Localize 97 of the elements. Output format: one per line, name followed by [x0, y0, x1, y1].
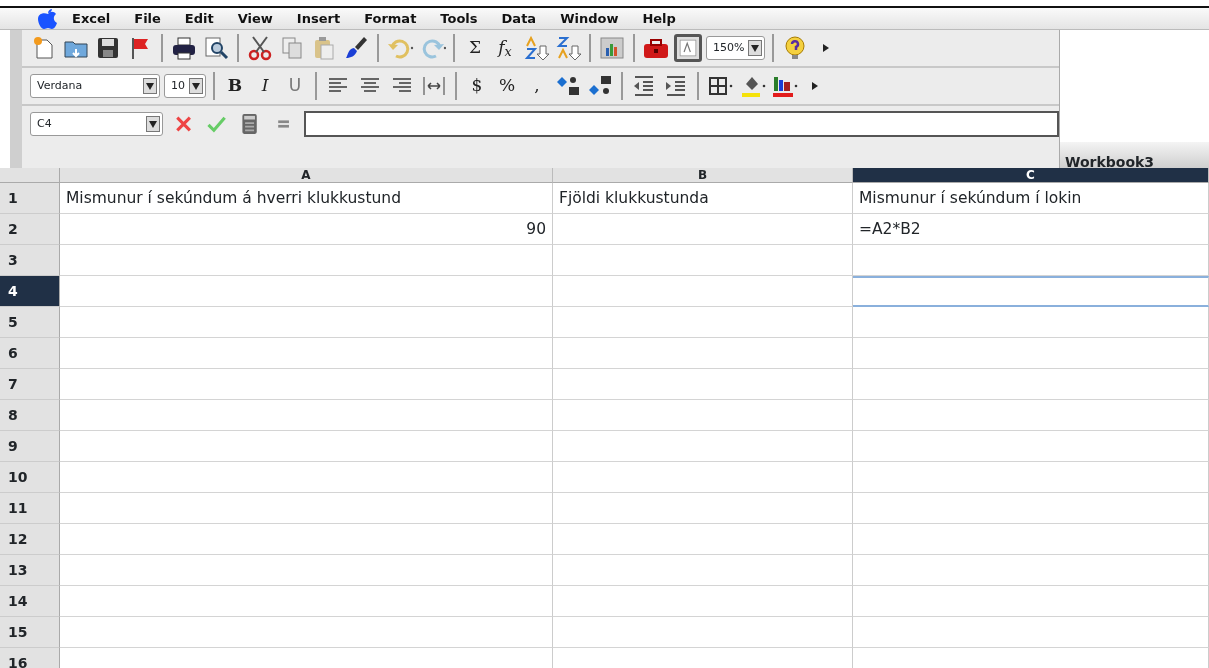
table-cell[interactable]: [853, 586, 1209, 617]
table-cell[interactable]: [853, 431, 1209, 462]
toolbar-button[interactable]: $: [464, 73, 490, 99]
menu-item[interactable]: Data: [489, 7, 549, 30]
table-cell[interactable]: [60, 400, 553, 431]
table-cell[interactable]: Mismunur í sekúndum á hverri klukkustund: [60, 183, 553, 214]
row-header[interactable]: 13: [0, 555, 60, 586]
table-cell[interactable]: [853, 617, 1209, 648]
table-cell[interactable]: [60, 555, 553, 586]
table-cell[interactable]: [853, 338, 1209, 369]
table-cell[interactable]: [553, 462, 853, 493]
table-cell[interactable]: [553, 338, 853, 369]
row-header[interactable]: 15: [0, 617, 60, 648]
table-cell[interactable]: Mismunur í sekúndum í lokin: [853, 183, 1209, 214]
table-cell[interactable]: [553, 524, 853, 555]
table-cell[interactable]: [60, 493, 553, 524]
table-cell[interactable]: [553, 555, 853, 586]
menu-item[interactable]: View: [225, 7, 285, 30]
print-preview-icon[interactable]: [202, 34, 230, 62]
table-cell[interactable]: [553, 400, 853, 431]
menu-item[interactable]: Insert: [284, 7, 353, 30]
row-header[interactable]: 8: [0, 400, 60, 431]
toolbar-button[interactable]: %: [494, 73, 520, 99]
table-cell[interactable]: Fjöldi klukkustunda: [553, 183, 853, 214]
formula-palette-icon[interactable]: [674, 34, 702, 62]
table-cell[interactable]: [553, 214, 853, 245]
row-header[interactable]: 14: [0, 586, 60, 617]
sort-ascending-icon[interactable]: [522, 34, 550, 62]
name-box[interactable]: C4: [30, 112, 164, 136]
row-header[interactable]: 1: [0, 183, 60, 214]
table-cell[interactable]: [853, 369, 1209, 400]
column-header[interactable]: C: [853, 168, 1209, 183]
dropdown-field[interactable]: 10: [164, 74, 206, 98]
table-cell[interactable]: [853, 555, 1209, 586]
row-header[interactable]: 7: [0, 369, 60, 400]
menu-item[interactable]: Window: [548, 7, 631, 30]
row-header[interactable]: 5: [0, 307, 60, 338]
window-title: Workbook3: [1060, 142, 1209, 168]
toolbar-button[interactable]: B: [222, 73, 248, 99]
dropdown-field[interactable]: Verdana: [30, 74, 160, 98]
table-cell[interactable]: [853, 307, 1209, 338]
row-header[interactable]: 6: [0, 338, 60, 369]
chart-icon[interactable]: [598, 34, 626, 62]
table-cell[interactable]: [60, 276, 553, 307]
row-header[interactable]: 3: [0, 245, 60, 276]
menu-item[interactable]: File: [122, 7, 173, 30]
menu-item[interactable]: Tools: [428, 7, 490, 30]
apple-logo-icon[interactable]: [36, 7, 60, 30]
table-cell[interactable]: [60, 431, 553, 462]
row-header[interactable]: 4: [0, 276, 60, 307]
table-cell[interactable]: [553, 369, 853, 400]
formula-field[interactable]: [303, 111, 1060, 137]
table-cell[interactable]: [553, 245, 853, 276]
table-cell[interactable]: [553, 307, 853, 338]
table-cell[interactable]: [553, 431, 853, 462]
table-cell[interactable]: [553, 276, 853, 307]
menu-item[interactable]: Format: [352, 7, 429, 30]
toolbar-button[interactable]: f$_{x}$: [492, 35, 518, 61]
dropdown-field[interactable]: 150%: [706, 36, 766, 60]
table-cell[interactable]: [60, 524, 553, 555]
cut-icon[interactable]: [246, 34, 274, 62]
table-cell[interactable]: [60, 369, 553, 400]
row-header[interactable]: 12: [0, 524, 60, 555]
table-cell[interactable]: [853, 400, 1209, 431]
select-all-corner[interactable]: [0, 168, 60, 183]
row-header[interactable]: 10: [0, 462, 60, 493]
table-cell[interactable]: [553, 493, 853, 524]
row-header[interactable]: 11: [0, 493, 60, 524]
table-cell[interactable]: [853, 524, 1209, 555]
menu-item[interactable]: Excel: [60, 7, 123, 30]
printer-icon[interactable]: [170, 34, 198, 62]
table-cell[interactable]: [553, 617, 853, 648]
toolbar-button[interactable]: U: [282, 73, 308, 99]
table-cell[interactable]: [853, 493, 1209, 524]
table-cell[interactable]: [60, 307, 553, 338]
sort-descending-icon[interactable]: [554, 34, 582, 62]
table-cell[interactable]: 90: [60, 214, 553, 245]
row-header[interactable]: 9: [0, 431, 60, 462]
table-cell[interactable]: [853, 462, 1209, 493]
menu-item[interactable]: Edit: [172, 7, 226, 30]
table-cell[interactable]: [853, 276, 1209, 307]
toolbar-button[interactable]: I: [252, 73, 278, 99]
column-header[interactable]: A: [60, 168, 553, 183]
table-cell[interactable]: [553, 586, 853, 617]
table-cell[interactable]: [60, 245, 553, 276]
toolbar-button[interactable]: ,: [524, 73, 550, 99]
table-cell[interactable]: [60, 338, 553, 369]
table-cell[interactable]: [853, 245, 1209, 276]
row-header[interactable]: 2: [0, 214, 60, 245]
column-header[interactable]: B: [553, 168, 853, 183]
toolbar-button[interactable]: Σ: [462, 35, 488, 61]
row-header[interactable]: 16: [0, 648, 60, 668]
table-cell[interactable]: [60, 586, 553, 617]
menu-item[interactable]: Help: [630, 7, 688, 30]
table-cell[interactable]: =A2*B2: [853, 214, 1209, 245]
table-cell[interactable]: [60, 617, 553, 648]
table-cell[interactable]: [60, 462, 553, 493]
